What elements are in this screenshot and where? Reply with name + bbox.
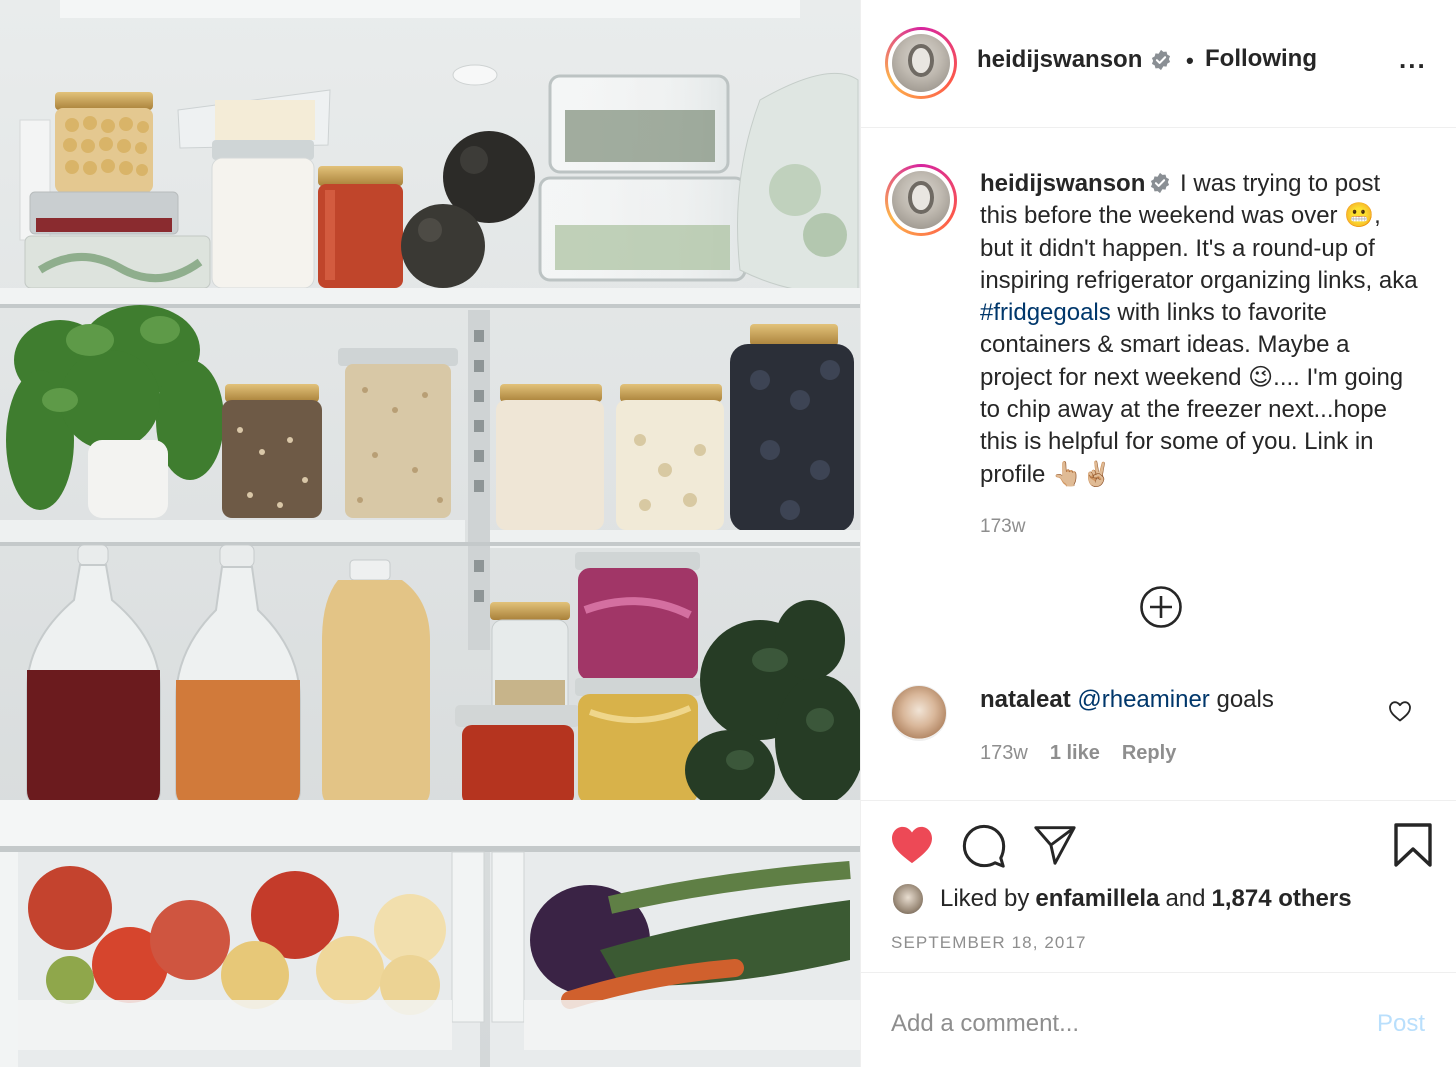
caption-text-end: with links to favorite containers & smar… — [980, 299, 1404, 488]
liker-avatar[interactable] — [891, 882, 925, 916]
comment-meta: 173w 1 like Reply — [980, 742, 1176, 765]
commenter-avatar[interactable] — [891, 685, 947, 741]
post-comment-button[interactable]: Post — [1377, 1010, 1425, 1038]
likes-prefix: Liked by — [940, 885, 1030, 912]
verified-badge-icon — [1152, 49, 1171, 71]
following-button[interactable]: Following — [1205, 45, 1317, 73]
liker-username[interactable]: enfamillela — [1035, 885, 1159, 913]
likes-conjunction: and — [1165, 885, 1206, 912]
heart-filled-icon[interactable] — [890, 825, 934, 865]
comment-box-divider — [861, 972, 1456, 973]
comment-heart-outline-icon[interactable] — [1388, 700, 1412, 722]
likes-others-link[interactable]: 1,874 others — [1212, 885, 1352, 913]
post-header: heidijswanson • Following ... — [861, 0, 1456, 128]
comment-bubble-icon[interactable] — [961, 823, 1007, 869]
comment-timestamp[interactable]: 173w — [980, 742, 1028, 765]
post-date[interactable]: SEPTEMBER 18, 2017 — [891, 933, 1087, 953]
share-paper-plane-icon[interactable] — [1033, 824, 1077, 866]
comment-reply-button[interactable]: Reply — [1122, 742, 1176, 765]
post-image-illustration — [0, 0, 860, 1067]
post-caption: heidijswanson I was trying to post this … — [980, 168, 1420, 491]
comment-like-count[interactable]: 1 like — [1050, 742, 1100, 765]
more-options-icon[interactable]: ... — [1399, 44, 1427, 75]
author-avatar[interactable] — [885, 27, 957, 99]
comment-body: nataleat @rheaminer goals — [980, 686, 1274, 714]
caption-hashtag[interactable]: #fridgegoals — [980, 299, 1111, 326]
add-comment-input[interactable] — [891, 1000, 1361, 1048]
author-username[interactable]: heidijswanson — [977, 46, 1142, 74]
load-more-plus-icon[interactable] — [1139, 585, 1183, 629]
commenter-username[interactable]: nataleat — [980, 686, 1071, 713]
comment-text: goals — [1209, 686, 1274, 713]
bookmark-icon[interactable] — [1393, 822, 1433, 868]
post-image[interactable] — [0, 0, 860, 1067]
verified-badge-icon — [1151, 172, 1170, 194]
author-avatar-image — [892, 34, 950, 92]
likes-summary: Liked by enfamillela and 1,874 others — [891, 880, 1352, 918]
comment-mention[interactable]: @rheaminer — [1077, 686, 1209, 713]
caption-username[interactable]: heidijswanson — [980, 170, 1145, 197]
header-separator: • — [1186, 48, 1194, 73]
caption-author-avatar-image — [892, 171, 950, 229]
caption-timestamp[interactable]: 173w — [980, 516, 1025, 538]
caption-author-avatar[interactable] — [885, 164, 957, 236]
actions-divider — [861, 800, 1456, 801]
author-username-row[interactable]: heidijswanson — [977, 46, 1172, 74]
post-sidebar: heidijswanson • Following ... heidijswan… — [860, 0, 1456, 1067]
